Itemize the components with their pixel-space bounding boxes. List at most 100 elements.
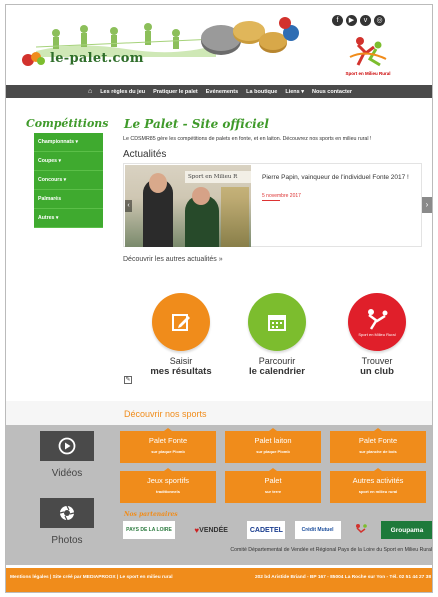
logo-mark-icon (22, 52, 45, 66)
sport-button-palet-fonte-bois[interactable]: Palet Fonte sur planche de bois (330, 428, 426, 463)
palet-coins-image (201, 17, 299, 55)
partner-label: Crédit Mutuel (301, 527, 334, 533)
sport-button-sub: traditionnels (155, 489, 180, 494)
social-links: f ▶ v ◎ (332, 15, 385, 26)
site-footer: Mentions légales | Site créé par MEDIAPR… (6, 568, 432, 592)
nav-item-boutique[interactable]: La boutique (246, 89, 277, 95)
slider-next-icon[interactable]: › (422, 197, 432, 213)
slider-prev-icon[interactable]: ‹ (125, 200, 132, 212)
sport-rural-mini-icon (355, 524, 367, 533)
sport-button-title: Palet (264, 476, 282, 485)
nav-item-liens[interactable]: Liens ▾ (285, 89, 304, 95)
person-right-head (192, 187, 210, 205)
sport-button-jeux-sportifs[interactable]: Jeux sportifs traditionnels (120, 468, 216, 503)
news-date: 5 novembre 2017 (262, 193, 301, 199)
sport-button-autres-activites[interactable]: Autres activités sport en milieu rural (330, 468, 426, 503)
instagram-icon[interactable]: ◎ (374, 15, 385, 26)
sport-logo-text: Sport en Milieu Rural (345, 71, 391, 76)
site-logo[interactable]: le-palet.com (20, 49, 144, 67)
sidebar-item-concours[interactable]: Concours ▾ (34, 171, 103, 190)
camera-icon (59, 505, 75, 521)
partner-sport-rural[interactable] (350, 521, 372, 539)
partner-vendee[interactable]: ♥ VENDÉE (184, 521, 238, 539)
sidebar-item-championnats[interactable]: Championnats ▾ (34, 133, 103, 152)
sport-button-title: Autres activités (352, 476, 404, 485)
vimeo-icon[interactable]: v (360, 15, 371, 26)
videos-label[interactable]: Vidéos (40, 468, 94, 479)
sport-button-sub: sur planche de bois (359, 449, 397, 454)
partner-label: PAYS DE LA LOIRE (126, 527, 172, 533)
news-slider[interactable]: Sport en Milieu R ‹ Pierre Papin, vainqu… (123, 163, 422, 247)
more-news-link[interactable]: Découvrir les autres actualités » (123, 256, 223, 263)
sidebar-item-coupes[interactable]: Coupes ▾ (34, 152, 103, 171)
partner-label: CADETEL (249, 526, 283, 534)
action-line2: mes résultats (150, 366, 212, 377)
sport-button-title: Palet laiton (254, 436, 292, 445)
action-circle-orange[interactable] (152, 293, 210, 351)
page-frame: le-palet.com f ▶ v ◎ Sport en Milieu Rur… (5, 4, 433, 593)
club-logo-text: Sport en Milieu Rural (358, 332, 395, 337)
intro-text: Le CDSMR85 gère les compétitions de pale… (123, 136, 372, 142)
action-line1: Parcourir (258, 356, 296, 366)
facebook-icon[interactable]: f (332, 15, 343, 26)
videos-tile[interactable]: Vidéos (40, 431, 94, 479)
sport-button-palet-laiton[interactable]: Palet laiton sur plaque Plomb (225, 428, 321, 463)
partners-title: Nos partenaires (124, 511, 178, 518)
nav-item-regles[interactable]: Les règles du jeu (100, 89, 145, 95)
action-trouver-club[interactable]: Sport en Milieu Rural Trouver un club (337, 293, 417, 377)
sport-rural-figures-icon (349, 37, 387, 67)
sport-button-title: Palet Fonte (358, 436, 398, 445)
trophies-shape (221, 187, 249, 247)
footer-address: 202 bd Aristide Briand - BP 167 - 85004 … (254, 575, 431, 580)
nav-item-pratiquer[interactable]: Pratiquer le palet (153, 89, 198, 95)
sport-button-sub: sur terre (264, 489, 282, 494)
calendar-icon (268, 315, 286, 331)
sport-button-sub: sur plaque Plomb (256, 449, 290, 454)
sports-title: Découvrir nos sports (124, 409, 207, 419)
action-circle-green[interactable] (248, 293, 306, 351)
news-caption[interactable]: Pierre Papin, vainqueur de l'individuel … (262, 174, 422, 182)
news-date-underline (262, 200, 280, 201)
partner-cadetel[interactable]: CADETEL (247, 521, 286, 539)
videos-box[interactable] (40, 431, 94, 461)
sidebar-item-autres[interactable]: Autres ▾ (34, 209, 103, 228)
sidebar-item-palmares[interactable]: Palmarès (34, 190, 103, 209)
sport-button-palet-terre[interactable]: Palet sur terre (225, 468, 321, 503)
sidebar-menu: Championnats ▾ Coupes ▾ Concours ▾ Palma… (34, 133, 103, 228)
photos-tile[interactable]: Photos (40, 498, 94, 546)
partner-pays-de-la-loire[interactable]: PAYS DE LA LOIRE (123, 521, 175, 539)
sports-heading-band (6, 401, 432, 425)
action-line2: un club (360, 366, 394, 377)
sport-button-title: Jeux sportifs (146, 476, 190, 485)
logo-text: le-palet.com (50, 50, 144, 66)
action-calendrier[interactable]: Parcourir le calendrier (237, 293, 317, 377)
photos-box[interactable] (40, 498, 94, 528)
sport-button-sub: sur plaque Plomb (151, 449, 185, 454)
news-heading: Actualités (123, 149, 167, 160)
sidebar-title: Compétitions (26, 117, 109, 130)
action-line1: Trouver (361, 356, 393, 366)
photo-banner-text: Sport en Milieu R (185, 171, 251, 183)
footer-links[interactable]: Mentions légales | Site créé par MEDIAPR… (10, 574, 190, 581)
youtube-icon[interactable]: ▶ (346, 15, 357, 26)
nav-item-contact[interactable]: Nous contacter (312, 89, 352, 95)
club-logo-icon: Sport en Milieu Rural (358, 309, 396, 337)
play-icon (58, 437, 76, 455)
page-title: Le Palet - Site officiel (124, 117, 269, 131)
comite-text: Comité Départemental de Vendée et Région… (230, 547, 432, 553)
edit-icon (172, 314, 190, 331)
sport-button-sub: sport en milieu rural (358, 489, 398, 494)
action-saisir-resultats[interactable]: Saisir mes résultats (141, 293, 221, 377)
sport-button-palet-fonte-plomb[interactable]: Palet Fonte sur plaque Plomb (120, 428, 216, 463)
partner-credit-mutuel[interactable]: Crédit Mutuel (294, 521, 341, 539)
photos-label[interactable]: Photos (40, 535, 94, 546)
nav-item-evenements[interactable]: Evénements (206, 89, 238, 95)
partner-groupama[interactable]: Groupama (380, 521, 432, 539)
pencil-edit-icon[interactable]: ✎ (124, 376, 132, 384)
home-icon[interactable]: ⌂ (88, 88, 92, 95)
sport-milieu-rural-logo: Sport en Milieu Rural (336, 33, 400, 83)
main-nav: ⌂ Les règles du jeu Pratiquer le palet E… (6, 85, 432, 98)
action-circle-red[interactable]: Sport en Milieu Rural (348, 293, 406, 351)
news-photo[interactable]: Sport en Milieu R ‹ (125, 165, 251, 247)
person-left-head (149, 173, 167, 193)
